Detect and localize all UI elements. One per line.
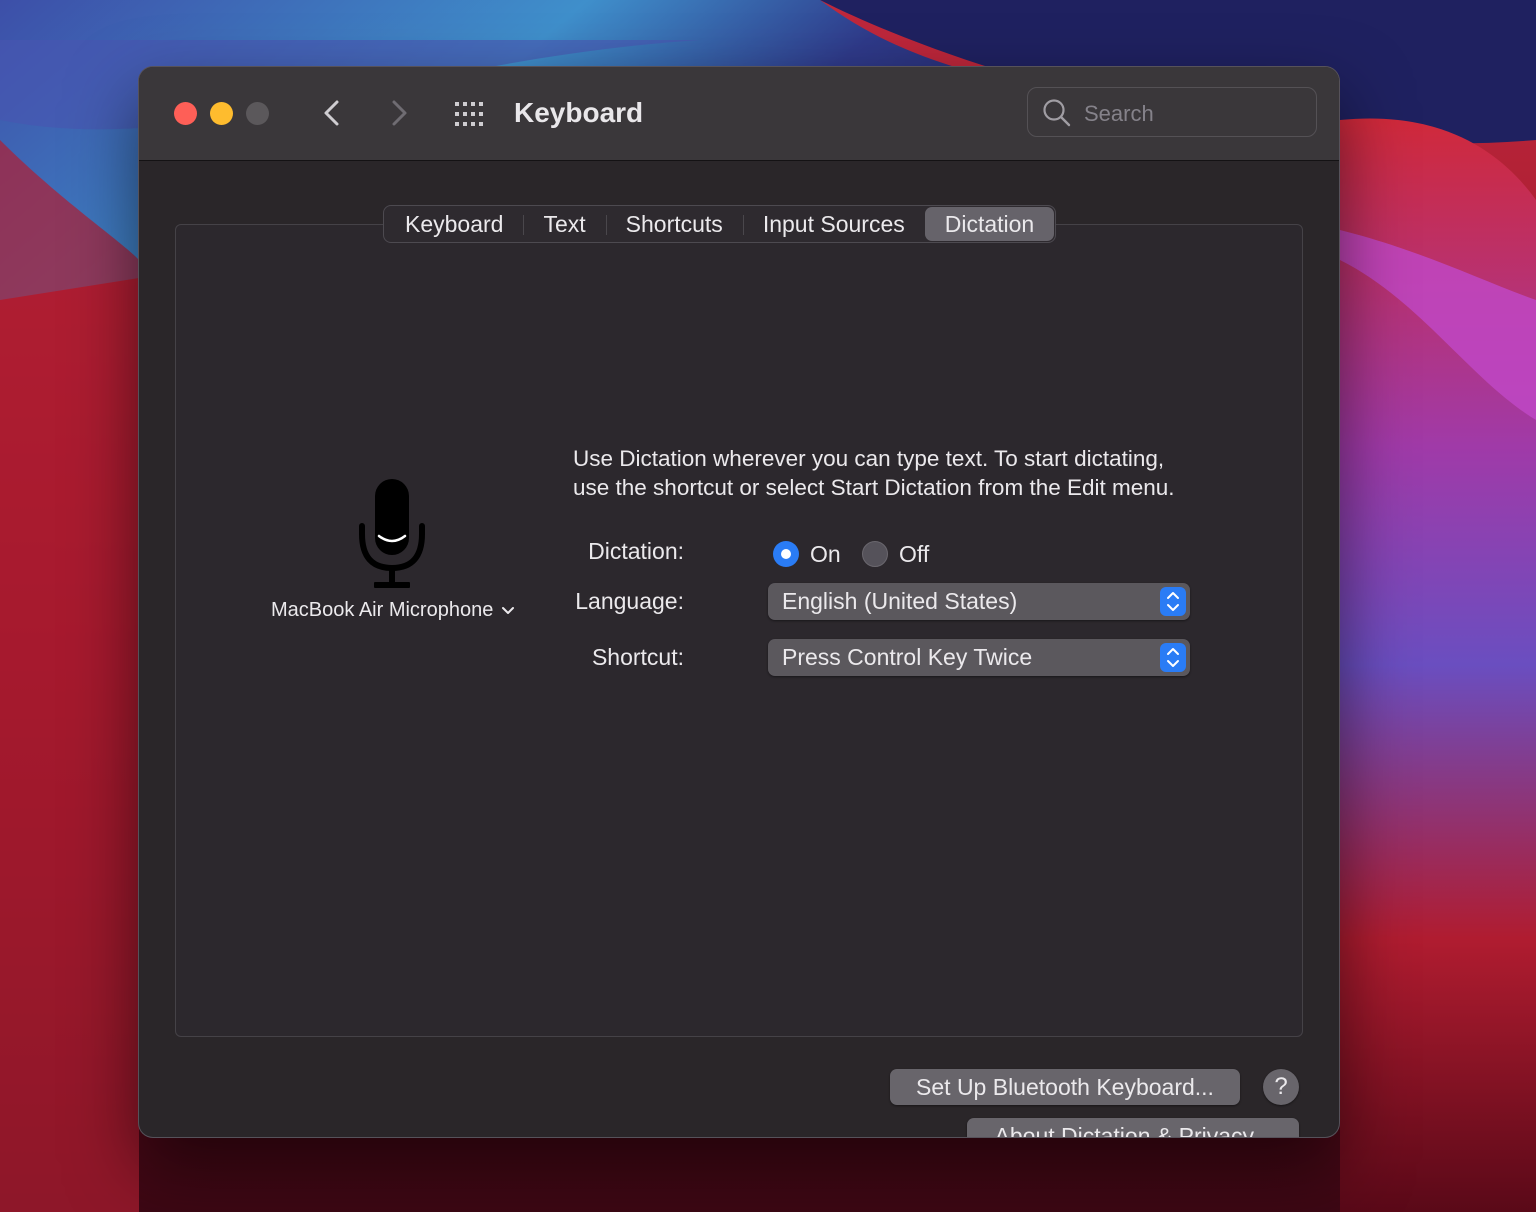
tab-dictation[interactable]: Dictation [924,207,1055,241]
language-label: Language: [575,588,684,614]
window-title: Keyboard [514,97,644,128]
dictation-description: Use Dictation wherever you can type text… [573,444,1273,502]
zoom-button [246,102,269,125]
tab-shortcuts[interactable]: Shortcuts [605,207,743,241]
chevron-left-icon[interactable] [315,95,351,131]
dictation-panel: MacBook Air Microphone Use Dictation whe… [175,224,1303,1137]
grid-icon[interactable] [452,98,490,130]
tab-bar: Keyboard Text Shortcuts Input Sources Di… [383,205,1057,243]
microphone-source-label: MacBook Air Microphone [271,599,494,621]
minimize-button[interactable] [210,102,233,125]
search-field[interactable] [1027,87,1317,137]
help-button[interactable]: ? [1263,1069,1299,1105]
shortcut-popup[interactable]: Press Control Key Twice [768,639,1190,676]
updown-arrows-icon [1160,587,1186,616]
shortcut-label: Shortcut: [591,644,684,670]
language-value: English (United States) [782,588,1018,614]
shortcut-value: Press Control Key Twice [782,644,1033,670]
search-input[interactable] [1082,97,1306,131]
window-titlebar: Keyboard [139,67,1339,161]
tab-input-sources[interactable]: Input Sources [742,207,925,241]
search-icon [1043,99,1071,127]
chevron-down-icon [502,606,515,614]
description-line-1: Use Dictation wherever you can type text… [573,446,1165,471]
dictation-label: Dictation: [588,538,684,564]
microphone-icon [359,479,425,588]
chevron-right-icon [392,100,407,126]
language-popup[interactable]: English (United States) [768,583,1190,620]
tab-keyboard[interactable]: Keyboard [385,207,523,241]
dictation-off-radio[interactable] [862,541,888,567]
microphone-source-menu[interactable]: MacBook Air Microphone [271,599,515,622]
dictation-on-radio[interactable] [773,541,799,567]
description-line-2: use the shortcut or select Start Dictati… [573,475,1175,500]
tab-text[interactable]: Text [523,207,605,241]
dictation-off-label[interactable]: Off [899,538,929,570]
close-button[interactable] [174,102,197,125]
set-up-bluetooth-keyboard-button[interactable]: Set Up Bluetooth Keyboard... [890,1069,1240,1105]
about-dictation-privacy-button[interactable]: About Dictation & Privacy... [967,1118,1299,1137]
dictation-on-label[interactable]: On [810,538,841,570]
updown-arrows-icon [1160,643,1186,672]
system-preferences-window: Keyboard MacBook Air Microphone Use Dict… [139,67,1339,1137]
